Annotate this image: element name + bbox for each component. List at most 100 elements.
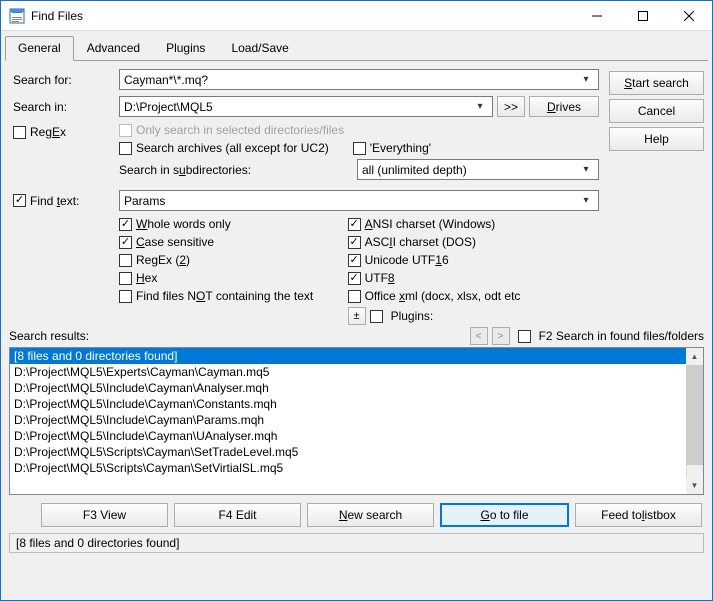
- search-for-value: Cayman*\*.mq?: [124, 73, 208, 87]
- status-text: [8 files and 0 directories found]: [16, 536, 179, 550]
- only-selected-checkbox: [119, 124, 132, 137]
- search-for-input[interactable]: Cayman*\*.mq? ▾: [119, 69, 599, 90]
- status-bar: [8 files and 0 directories found]: [9, 533, 704, 553]
- regex2-label: RegEx (2): [136, 253, 190, 267]
- archives-label: Search archives (all except for UC2): [136, 141, 329, 155]
- goto-file-button[interactable]: Go to file: [440, 503, 569, 527]
- f2-label: F2 Search in found files/folders: [539, 329, 704, 343]
- help-button[interactable]: Help: [609, 127, 704, 151]
- results-list[interactable]: [8 files and 0 directories found] D:\Pro…: [9, 347, 704, 495]
- utf16-checkbox[interactable]: [348, 254, 361, 267]
- close-button[interactable]: [666, 1, 712, 30]
- view-button[interactable]: F3 View: [41, 503, 168, 527]
- window-title: Find Files: [31, 9, 574, 23]
- utf8-checkbox[interactable]: [348, 272, 361, 285]
- search-in-value: D:\Project\MQL5: [124, 100, 213, 114]
- everything-checkbox[interactable]: [353, 142, 366, 155]
- tab-strip: General Advanced Plugins Load/Save: [1, 31, 712, 60]
- ascii-label: ASCII charset (DOS): [365, 235, 476, 249]
- result-item[interactable]: D:\Project\MQL5\Experts\Cayman\Cayman.mq…: [10, 364, 703, 380]
- hex-label: Hex: [136, 271, 157, 285]
- result-item[interactable]: D:\Project\MQL5\Include\Cayman\Analyser.…: [10, 380, 703, 396]
- whole-words-checkbox[interactable]: [119, 218, 132, 231]
- not-containing-checkbox[interactable]: [119, 290, 132, 303]
- plugins-label: Plugins:: [391, 309, 434, 323]
- form-area: Search for: Cayman*\*.mq? ▾ Search in: D…: [9, 69, 599, 325]
- f2-checkbox[interactable]: [518, 330, 531, 343]
- row-find-text: Find text: Params ▾: [9, 190, 599, 211]
- new-search-button[interactable]: New search: [307, 503, 434, 527]
- tab-loadsave[interactable]: Load/Save: [218, 36, 301, 61]
- utf16-label: Unicode UTF16: [365, 253, 449, 267]
- minimize-button[interactable]: [574, 1, 620, 30]
- scrollbar[interactable]: ▲ ▼: [686, 348, 703, 494]
- tab-general[interactable]: General: [5, 36, 74, 61]
- archives-option: Search archives (all except for UC2): [119, 141, 329, 155]
- result-item[interactable]: D:\Project\MQL5\Scripts\Cayman\SetTradeL…: [10, 444, 703, 460]
- results-summary-line[interactable]: [8 files and 0 directories found]: [10, 348, 703, 364]
- prev-result-button[interactable]: <: [470, 327, 488, 345]
- office-xml-checkbox[interactable]: [348, 290, 361, 303]
- find-text-input[interactable]: Params ▾: [119, 190, 599, 211]
- scroll-thumb[interactable]: [686, 365, 703, 465]
- case-sensitive-label: Case sensitive: [136, 235, 214, 249]
- text-options-grid: Whole words only Case sensitive RegEx (2…: [9, 217, 599, 325]
- whole-words-label: Whole words only: [136, 217, 231, 231]
- cancel-button[interactable]: Cancel: [609, 99, 704, 123]
- plugins-checkbox[interactable]: [370, 310, 383, 323]
- ansi-label: ANSI charset (Windows): [365, 217, 496, 231]
- result-item[interactable]: D:\Project\MQL5\Scripts\Cayman\SetVirtia…: [10, 460, 703, 476]
- chevron-down-icon[interactable]: ▾: [578, 164, 594, 175]
- drives-button[interactable]: Drives: [529, 96, 599, 117]
- hex-checkbox[interactable]: [119, 272, 132, 285]
- app-icon: [9, 8, 25, 24]
- titlebar: Find Files: [1, 1, 712, 31]
- result-item[interactable]: D:\Project\MQL5\Include\Cayman\UAnalyser…: [10, 428, 703, 444]
- utf8-label: UTF8: [365, 271, 395, 285]
- tab-plugins[interactable]: Plugins: [153, 36, 218, 61]
- options-left-col: Whole words only Case sensitive RegEx (2…: [119, 217, 348, 325]
- subdirs-select[interactable]: all (unlimited depth) ▾: [357, 159, 599, 180]
- archives-checkbox[interactable]: [119, 142, 132, 155]
- scroll-down-arrow[interactable]: ▼: [686, 477, 703, 494]
- row-regex-options: RegEx Only search in selected directorie…: [9, 123, 599, 180]
- office-xml-label: Office xml (docx, xlsx, odt etc: [365, 289, 521, 303]
- only-selected-option: Only search in selected directories/file…: [119, 123, 599, 137]
- search-for-label: Search for:: [9, 73, 119, 87]
- edit-button[interactable]: F4 Edit: [174, 503, 301, 527]
- everything-label: 'Everything': [370, 141, 431, 155]
- find-text-value: Params: [124, 194, 165, 208]
- plugins-plusminus-button[interactable]: ±: [348, 307, 366, 325]
- result-item[interactable]: D:\Project\MQL5\Include\Cayman\Constants…: [10, 396, 703, 412]
- regex-option: RegEx: [9, 123, 119, 139]
- window-controls: [574, 1, 712, 30]
- feed-listbox-button[interactable]: Feed to listbox: [575, 503, 702, 527]
- result-item[interactable]: D:\Project\MQL5\Include\Cayman\Params.mq…: [10, 412, 703, 428]
- ansi-checkbox[interactable]: [348, 218, 361, 231]
- expand-button[interactable]: >>: [497, 96, 525, 117]
- bottom-button-bar: F3 View F4 Edit New search Go to file Fe…: [1, 495, 712, 533]
- regex-checkbox[interactable]: [13, 126, 26, 139]
- scroll-up-arrow[interactable]: ▲: [686, 348, 703, 365]
- find-text-checkbox[interactable]: [13, 194, 26, 207]
- options-stack: Only search in selected directories/file…: [119, 123, 599, 180]
- chevron-down-icon[interactable]: ▾: [472, 101, 488, 112]
- form-body: Search for: Cayman*\*.mq? ▾ Search in: D…: [1, 61, 712, 325]
- results-label: Search results:: [9, 329, 89, 343]
- everything-option: 'Everything': [353, 141, 431, 155]
- tab-advanced[interactable]: Advanced: [74, 36, 153, 61]
- next-result-button[interactable]: >: [492, 327, 510, 345]
- ascii-checkbox[interactable]: [348, 236, 361, 249]
- row-search-for: Search for: Cayman*\*.mq? ▾: [9, 69, 599, 90]
- case-sensitive-checkbox[interactable]: [119, 236, 132, 249]
- search-in-input[interactable]: D:\Project\MQL5 ▾: [119, 96, 493, 117]
- regex2-checkbox[interactable]: [119, 254, 132, 267]
- start-search-button[interactable]: Start search: [609, 71, 704, 95]
- maximize-button[interactable]: [620, 1, 666, 30]
- find-text-label: Find text:: [30, 194, 79, 208]
- results-header: Search results: < > F2 Search in found f…: [1, 325, 712, 347]
- row-search-in: Search in: D:\Project\MQL5 ▾ >> Drives: [9, 96, 599, 117]
- chevron-down-icon[interactable]: ▾: [578, 195, 594, 206]
- not-containing-label: Find files NOT containing the text: [136, 289, 313, 303]
- chevron-down-icon[interactable]: ▾: [578, 74, 594, 85]
